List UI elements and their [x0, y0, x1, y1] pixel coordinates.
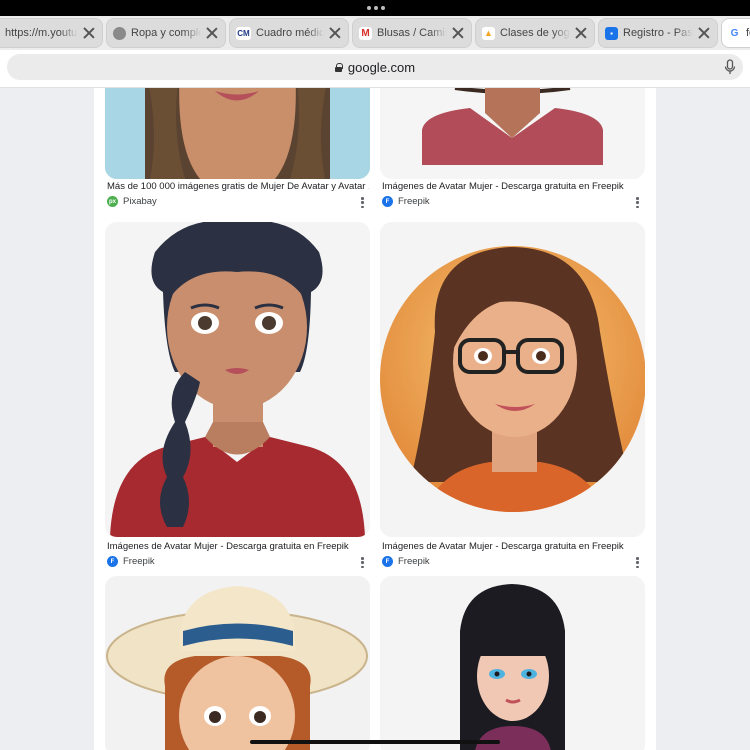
- image-result-card[interactable]: Imágenes de Avatar Mujer - Descarga grat…: [380, 88, 645, 210]
- tab-title: Ropa y completo: [131, 27, 201, 39]
- freepik-icon: F: [382, 556, 393, 567]
- result-thumbnail[interactable]: [105, 576, 370, 750]
- tab-cuadro-medico[interactable]: CM Cuadro médico: [229, 18, 349, 48]
- tab-title: https://m.youtu: [5, 27, 78, 39]
- avatar-image: [105, 88, 370, 179]
- source-name: Pixabay: [123, 196, 157, 207]
- result-source[interactable]: F Freepik: [107, 556, 155, 567]
- page-viewport: Más de 100 000 imágenes gratis de Mujer …: [0, 88, 750, 750]
- avatar-image: [105, 576, 370, 750]
- tab-bar: ▶ https://m.youtu Ropa y completo CM Cua…: [0, 16, 750, 50]
- source-name: Freepik: [123, 556, 155, 567]
- avatar-image: [105, 222, 370, 537]
- close-icon[interactable]: [574, 26, 588, 40]
- toolbar: google.com: [0, 50, 750, 88]
- result-thumbnail[interactable]: [380, 576, 645, 750]
- tab-title: Clases de yoga: [500, 27, 570, 39]
- globe-icon: [113, 26, 126, 40]
- result-thumbnail[interactable]: [380, 88, 645, 179]
- tab-title: Cuadro médico: [256, 27, 324, 39]
- close-icon[interactable]: [451, 26, 465, 40]
- more-options-icon[interactable]: [361, 557, 364, 568]
- result-source[interactable]: F Freepik: [382, 556, 430, 567]
- image-result-card[interactable]: [105, 576, 370, 750]
- avatar-image: [380, 88, 645, 179]
- more-options-icon[interactable]: [636, 557, 639, 568]
- tab-youtube[interactable]: ▶ https://m.youtu: [0, 18, 103, 48]
- freepik-icon: F: [382, 196, 393, 207]
- registro-icon: ▪: [605, 26, 618, 40]
- result-caption[interactable]: Imágenes de Avatar Mujer - Descarga grat…: [382, 181, 644, 192]
- close-icon[interactable]: [328, 26, 342, 40]
- tab-yoga[interactable]: ▲ Clases de yoga: [475, 18, 595, 48]
- avatar-image: [380, 576, 645, 750]
- tab-title: Registro - Pase: [623, 27, 693, 39]
- google-icon: G: [728, 26, 741, 40]
- more-options-icon[interactable]: [361, 197, 364, 208]
- gmail-icon: M: [359, 26, 372, 40]
- close-icon[interactable]: [205, 26, 219, 40]
- source-name: Freepik: [398, 196, 430, 207]
- tab-registro[interactable]: ▪ Registro - Pase: [598, 18, 718, 48]
- tab-title: Blusas / Camisas: [377, 27, 447, 39]
- tab-title: fo: [746, 27, 750, 39]
- result-caption[interactable]: Imágenes de Avatar Mujer - Descarga grat…: [107, 541, 369, 552]
- tab-ropa[interactable]: Ropa y completo: [106, 18, 226, 48]
- source-name: Freepik: [398, 556, 430, 567]
- lock-icon: [334, 62, 343, 72]
- result-thumbnail[interactable]: [105, 222, 370, 537]
- close-icon[interactable]: [82, 26, 96, 40]
- multitasking-dots-icon[interactable]: [367, 6, 385, 10]
- image-results-grid: Más de 100 000 imágenes gratis de Mujer …: [94, 88, 656, 750]
- result-caption[interactable]: Más de 100 000 imágenes gratis de Mujer …: [107, 181, 369, 192]
- address-bar[interactable]: google.com: [7, 54, 743, 80]
- freepik-icon: F: [107, 556, 118, 567]
- url-text: google.com: [347, 59, 416, 75]
- url-display: google.com: [334, 59, 416, 75]
- close-icon[interactable]: [697, 26, 711, 40]
- image-result-card[interactable]: [380, 576, 645, 750]
- home-indicator[interactable]: [250, 740, 500, 744]
- tab-blusas[interactable]: M Blusas / Camisas: [352, 18, 472, 48]
- result-thumbnail[interactable]: [380, 222, 645, 537]
- result-source[interactable]: F Freepik: [382, 196, 430, 207]
- more-options-icon[interactable]: [636, 197, 639, 208]
- image-result-card[interactable]: Más de 100 000 imágenes gratis de Mujer …: [105, 88, 370, 210]
- tab-google-active[interactable]: G fo: [721, 18, 750, 48]
- image-result-card[interactable]: Imágenes de Avatar Mujer - Descarga grat…: [380, 222, 645, 568]
- image-result-card[interactable]: Imágenes de Avatar Mujer - Descarga grat…: [105, 222, 370, 568]
- status-bar: [0, 0, 750, 16]
- result-caption[interactable]: Imágenes de Avatar Mujer - Descarga grat…: [382, 541, 644, 552]
- avatar-image: [380, 222, 645, 537]
- result-source[interactable]: px Pixabay: [107, 196, 157, 207]
- cm-icon: CM: [236, 26, 251, 40]
- microphone-icon[interactable]: [723, 59, 737, 75]
- result-thumbnail[interactable]: [105, 88, 370, 179]
- pixabay-icon: px: [107, 196, 118, 207]
- yoga-icon: ▲: [482, 26, 495, 40]
